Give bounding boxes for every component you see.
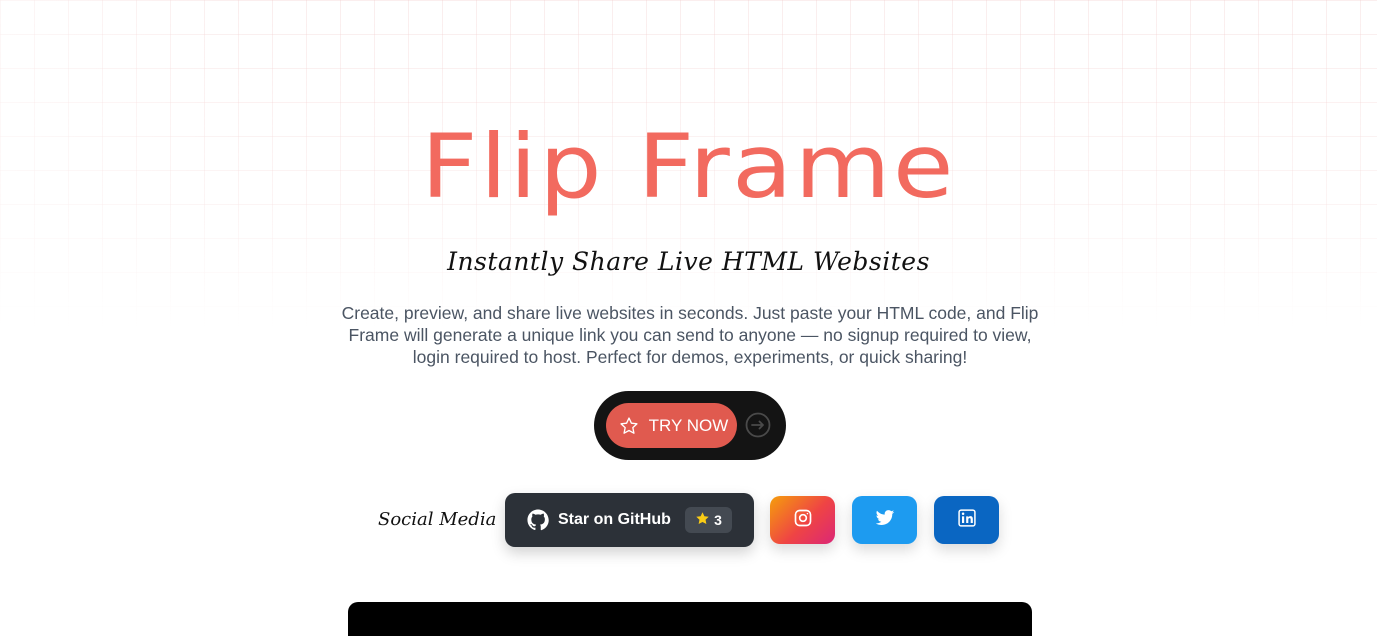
twitter-icon: [875, 508, 895, 533]
instagram-button[interactable]: [770, 496, 835, 544]
github-star-count: 3: [714, 512, 722, 528]
try-now-button[interactable]: TRY NOW: [606, 403, 737, 448]
code-preview-frame: [348, 602, 1032, 636]
social-media-label: Social Media: [378, 509, 497, 530]
cta-container: TRY NOW: [594, 391, 786, 460]
star-icon: [695, 511, 710, 529]
github-button-label: Star on GitHub: [558, 511, 671, 528]
hero-title: Flip Frame: [420, 115, 956, 218]
hero-description: Create, preview, and share live websites…: [341, 303, 1039, 367]
landing-page: Flip Frame Instantly Share Live HTML Web…: [0, 0, 1377, 636]
linkedin-button[interactable]: [934, 496, 999, 544]
github-star-count-badge: 3: [685, 507, 732, 533]
hero-subtitle: Instantly Share Live HTML Websites: [447, 247, 930, 276]
instagram-icon: [793, 508, 813, 533]
linkedin-icon: [957, 508, 977, 533]
twitter-button[interactable]: [852, 496, 917, 544]
github-icon: [527, 509, 549, 531]
star-on-github-button[interactable]: Star on GitHub 3: [505, 493, 754, 547]
star-outline-icon: [619, 416, 639, 436]
arrow-right-circle-icon[interactable]: [745, 412, 771, 438]
try-now-label: TRY NOW: [648, 415, 729, 435]
